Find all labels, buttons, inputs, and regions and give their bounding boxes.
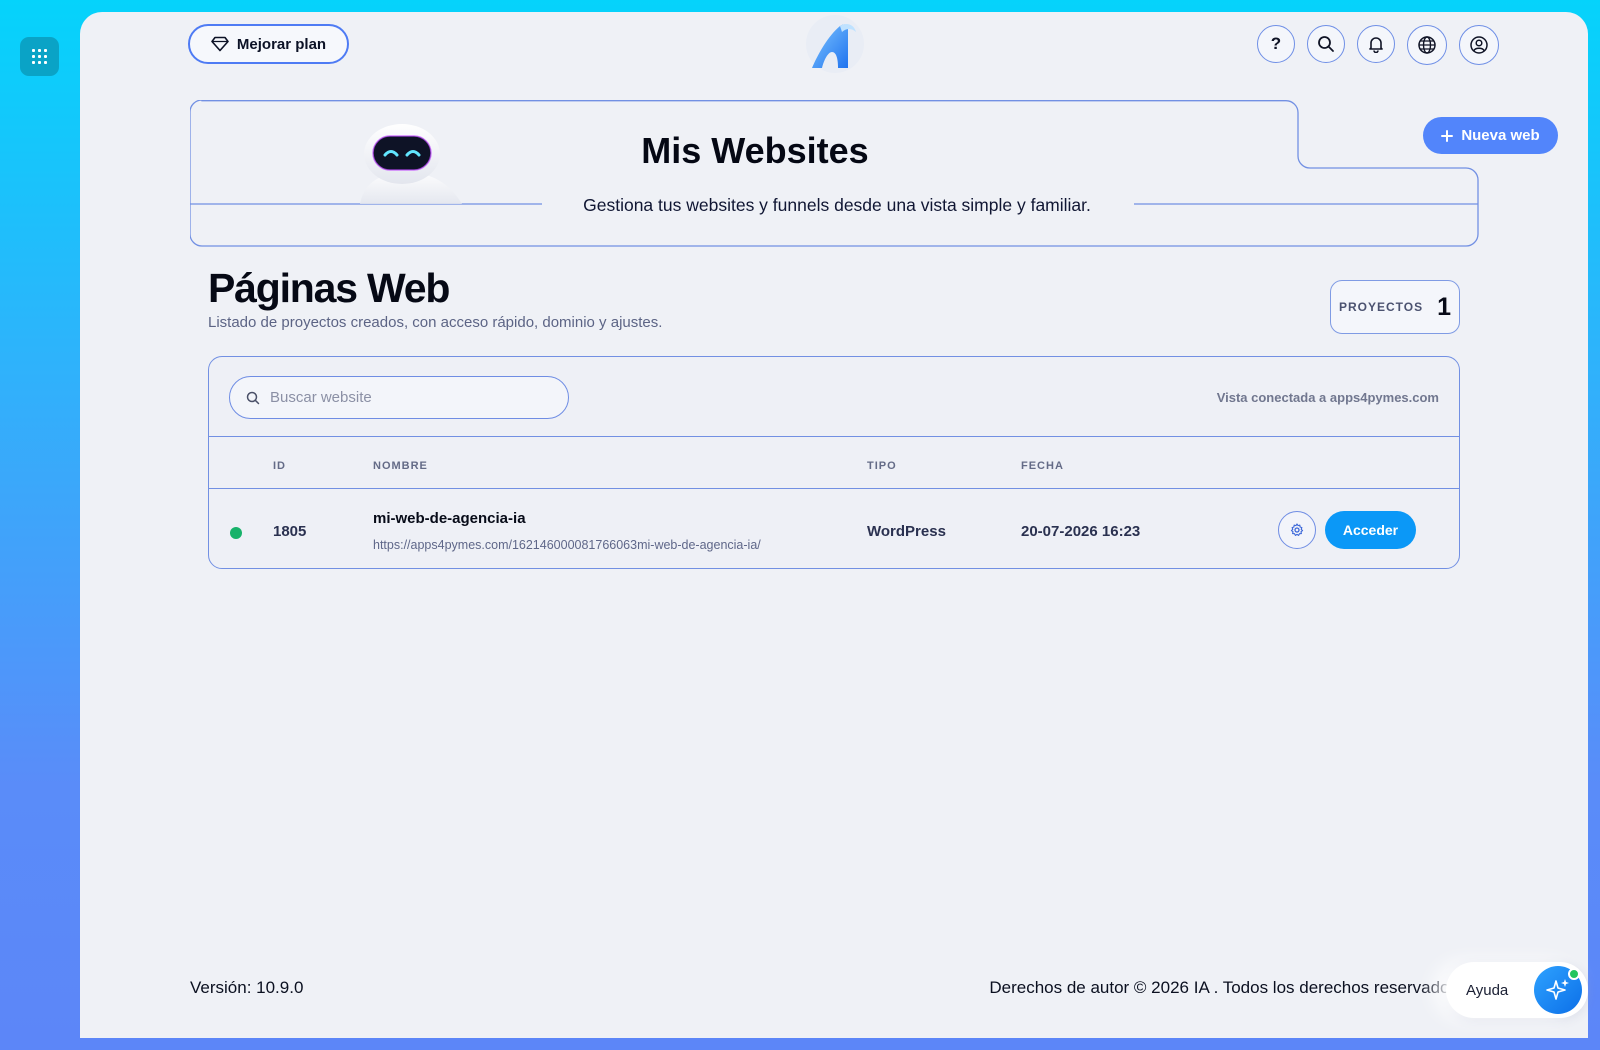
search-input[interactable] [270,389,550,406]
websites-table: Vista conectada a apps4pymes.com ID NOMB… [208,356,1460,569]
access-button[interactable]: Acceder [1325,511,1416,549]
page-subtitle: Listado de proyectos creados, con acceso… [208,314,663,331]
divider [209,488,1459,490]
row-name: mi-web-de-agencia-ia [373,510,526,527]
search-icon [1318,36,1334,52]
gear-icon [1290,523,1304,536]
hero-banner: Mis Websites Gestiona tus websites y fun… [190,100,1558,248]
projects-count: 1 [1437,292,1452,321]
row-url[interactable]: https://apps4pymes.com/16214600008176606… [373,538,761,552]
online-status-dot [1568,968,1580,980]
header-actions: ? [1257,25,1499,65]
assistant-avatar [1534,966,1582,1014]
projects-counter: PROYECTOS 1 [1330,280,1460,334]
apps-grid-icon [32,49,47,64]
row-type: WordPress [867,523,946,540]
help-label: Ayuda [1466,981,1509,999]
projects-label: PROYECTOS [1338,300,1424,314]
bell-icon [1369,37,1383,53]
new-website-button[interactable]: Nueva web [1423,117,1558,154]
page-title: Páginas Web [208,265,450,311]
search-button[interactable] [1307,25,1345,63]
hero-title: Mis Websites [641,130,869,171]
row-id: 1805 [273,523,307,540]
apps-menu-button[interactable] [20,37,59,76]
plus-icon [1441,129,1454,142]
upgrade-plan-label: Mejorar plan [236,35,327,53]
column-header-type: TIPO [867,460,897,472]
search-icon [246,391,260,404]
help-button[interactable]: ? [1257,25,1295,63]
row-date: 20-07-2026 16:23 [1021,523,1141,540]
profile-button[interactable] [1459,25,1499,65]
connected-domain-text: Vista conectada a apps4pymes.com [1216,390,1439,405]
hero-subtitle: Gestiona tus websites y funnels desde un… [553,195,1121,216]
notifications-button[interactable] [1357,25,1395,63]
column-header-name: NOMBRE [373,460,428,472]
sparkles-icon [1546,979,1569,1000]
help-icon: ? [1270,34,1282,53]
version-text: Versión: 10.9.0 [190,978,304,997]
status-indicator [230,527,242,539]
upgrade-plan-button[interactable]: Mejorar plan [188,24,349,64]
copyright-text: Derechos de autor © 2026 IA . Todos los … [989,978,1458,997]
help-chat-button[interactable]: Ayuda [1446,962,1588,1018]
language-button[interactable] [1407,25,1447,65]
diamond-icon [211,36,229,52]
column-header-id: ID [273,460,286,472]
main-panel: Mejorar plan ? Mis Websites Gestiona tus… [80,12,1588,1038]
user-icon [1470,36,1488,54]
globe-icon [1418,36,1436,54]
new-website-label: Nueva web [1461,127,1540,144]
brand-logo [806,15,864,73]
search-field[interactable] [229,376,569,419]
divider [209,436,1459,438]
column-header-date: FECHA [1021,460,1064,472]
settings-button[interactable] [1278,511,1316,549]
